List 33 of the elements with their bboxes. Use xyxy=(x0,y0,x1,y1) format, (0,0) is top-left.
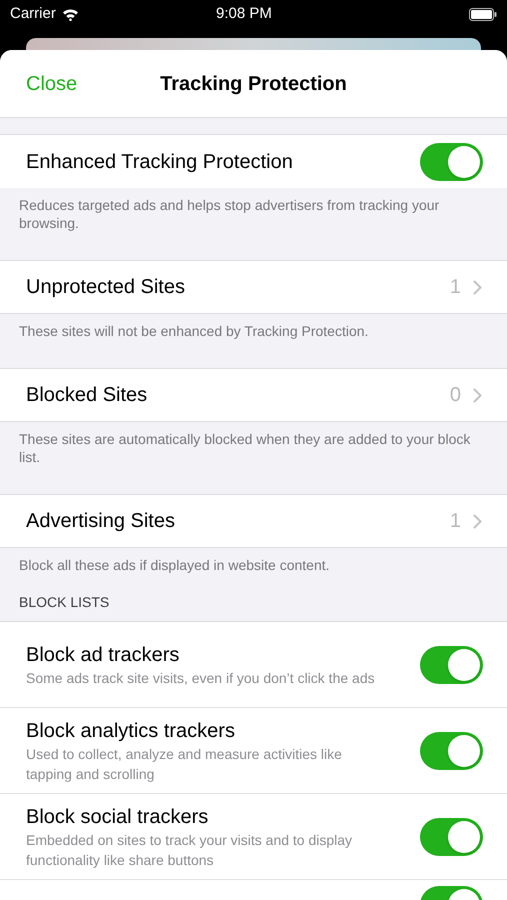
section-footer: Block all these ads if displayed in website content. xyxy=(0,548,507,574)
row-subtitle: Embedded on sites to track your visits and to display functionality like share buttons xyxy=(26,830,354,870)
wifi-icon xyxy=(62,8,79,20)
chevron-icon xyxy=(473,280,482,294)
settings-row[interactable]: Blocked Sites 0 xyxy=(0,369,507,422)
sheet-title: Tracking Protection xyxy=(160,72,347,96)
row-subtitle: Used to collect, analyze and measure activities like tapping and scrolling xyxy=(26,744,343,784)
row-title: Block analytics trackers xyxy=(26,718,236,744)
row-subtitle: Some ads track site visits, even if you don’t click the ads xyxy=(26,668,376,688)
row-title: Blocked Sites xyxy=(26,383,148,408)
row-title: Block ad trackers xyxy=(26,642,180,668)
row-title: Advertising Sites xyxy=(26,509,176,534)
section-footer: These sites are automatically blocked when they are added to your block list. xyxy=(0,422,507,466)
section-footer: Reduces targeted ads and helps stop advertisers from tracking your browsing. xyxy=(0,188,507,232)
section-footer: These sites will not be enhanced by Tracking Protection. xyxy=(0,314,507,340)
section-header: BLOCK LISTS xyxy=(18,593,110,612)
carrier-label: Carrier xyxy=(10,4,56,24)
battery-icon xyxy=(469,8,497,20)
row-title: Unprotected Sites xyxy=(26,275,186,300)
settings-row[interactable]: Advertising Sites 1 xyxy=(0,495,507,548)
row-title: Enhanced Tracking Protection xyxy=(26,150,294,174)
toggle-switch[interactable] xyxy=(420,646,483,684)
clock: 9:08 PM xyxy=(214,4,273,24)
row-title: Block social trackers xyxy=(26,804,210,830)
toggle-switch[interactable] xyxy=(420,732,483,770)
row-value: 1 xyxy=(450,509,461,534)
settings-row[interactable]: Unprotected Sites 1 xyxy=(0,261,507,314)
toggle-switch[interactable] xyxy=(420,142,483,180)
chevron-icon xyxy=(473,514,482,528)
row-value: 0 xyxy=(450,383,461,408)
chevron-icon xyxy=(473,388,482,402)
toggle-switch[interactable] xyxy=(420,818,483,856)
row-value: 1 xyxy=(450,275,461,300)
